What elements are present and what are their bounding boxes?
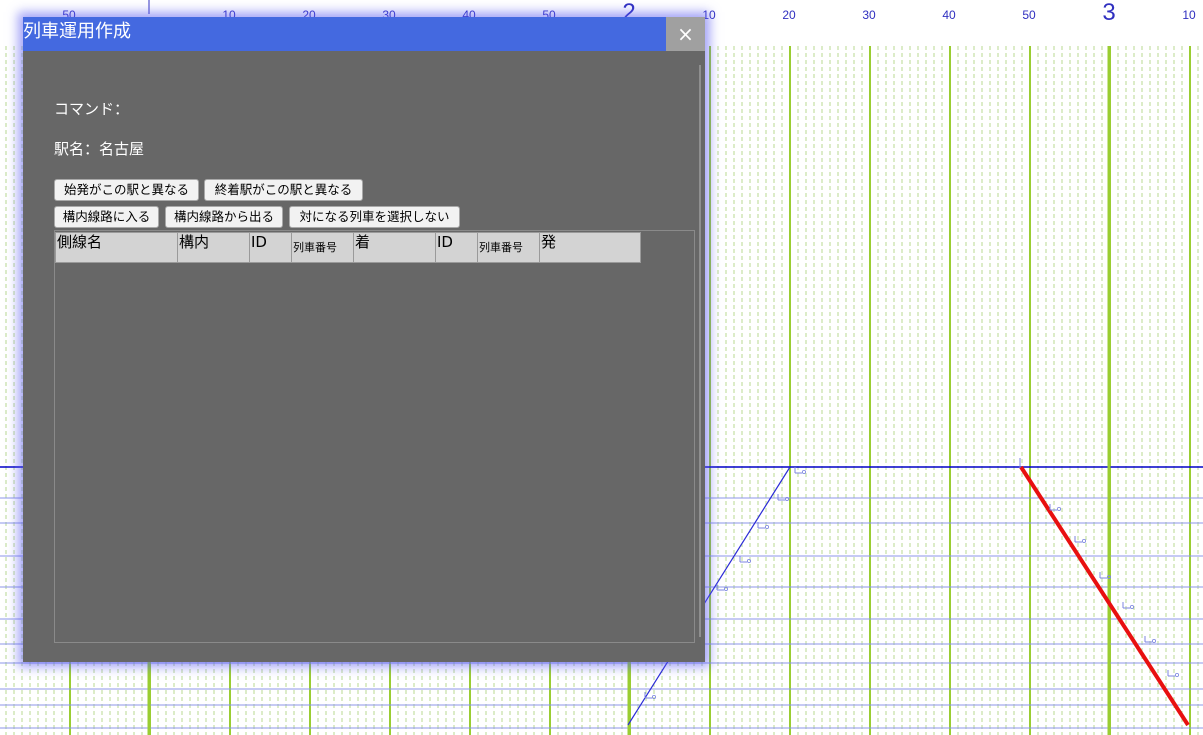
dialog-scrollbar[interactable]: [699, 65, 701, 637]
stop-mark: [1144, 636, 1152, 643]
header-arrival-train-number[interactable]: 列車番号: [291, 232, 354, 263]
command-label: コマンド：: [54, 100, 130, 118]
close-button[interactable]: ×: [666, 17, 705, 51]
header-siding-name[interactable]: 側線名: [55, 232, 178, 263]
enter-yard-track-button[interactable]: 構内線路に入る: [54, 206, 159, 228]
stop-mark-dot: [765, 525, 770, 530]
stop-mark-dot: [1057, 506, 1062, 511]
header-departure-id[interactable]: ID: [435, 232, 478, 263]
ruler-hour-label: 3: [1102, 0, 1115, 26]
no-pair-train-button[interactable]: 対になる列車を選択しない: [289, 206, 460, 228]
ruler-minute-label: 30: [862, 8, 876, 22]
stop-mark: [1099, 572, 1107, 579]
dialog-titlebar[interactable]: 列車運用作成 ×: [23, 17, 705, 51]
ruler-minute-label: 40: [942, 8, 956, 22]
terminal-differs-button[interactable]: 終着駅がこの駅と異なる: [204, 179, 363, 201]
siding-table[interactable]: 側線名 構内 ID 列車番号 着 ID 列車番号 発: [54, 230, 695, 643]
stop-mark: [739, 556, 747, 563]
close-icon: ×: [677, 22, 694, 46]
station-name-label: 駅名：名古屋: [54, 140, 145, 158]
origin-differs-button[interactable]: 始発がこの駅と異なる: [54, 179, 199, 201]
train-operation-dialog: 列車運用作成 × コマンド： 駅名：名古屋 始発がこの駅と異なる 終着駅がこの駅…: [23, 17, 705, 662]
header-arrival[interactable]: 着: [353, 232, 436, 263]
stop-mark-dot: [1082, 539, 1087, 544]
dialog-title: 列車運用作成: [23, 21, 131, 42]
stop-mark-dot: [802, 469, 807, 474]
ruler-minute-label: 20: [782, 8, 796, 22]
header-arrival-id[interactable]: ID: [249, 232, 292, 263]
header-yard[interactable]: 構内: [177, 232, 250, 263]
ruler-minute-label: 50: [1022, 8, 1036, 22]
stop-mark-dot: [1130, 605, 1135, 610]
stop-mark-dot: [1175, 673, 1180, 678]
stop-mark-dot: [1152, 639, 1157, 644]
header-departure[interactable]: 発: [539, 232, 641, 263]
header-departure-train-number[interactable]: 列車番号: [477, 232, 540, 263]
exit-yard-track-button[interactable]: 構内線路から出る: [165, 206, 283, 228]
ruler-minute-label: 10: [1182, 8, 1196, 22]
